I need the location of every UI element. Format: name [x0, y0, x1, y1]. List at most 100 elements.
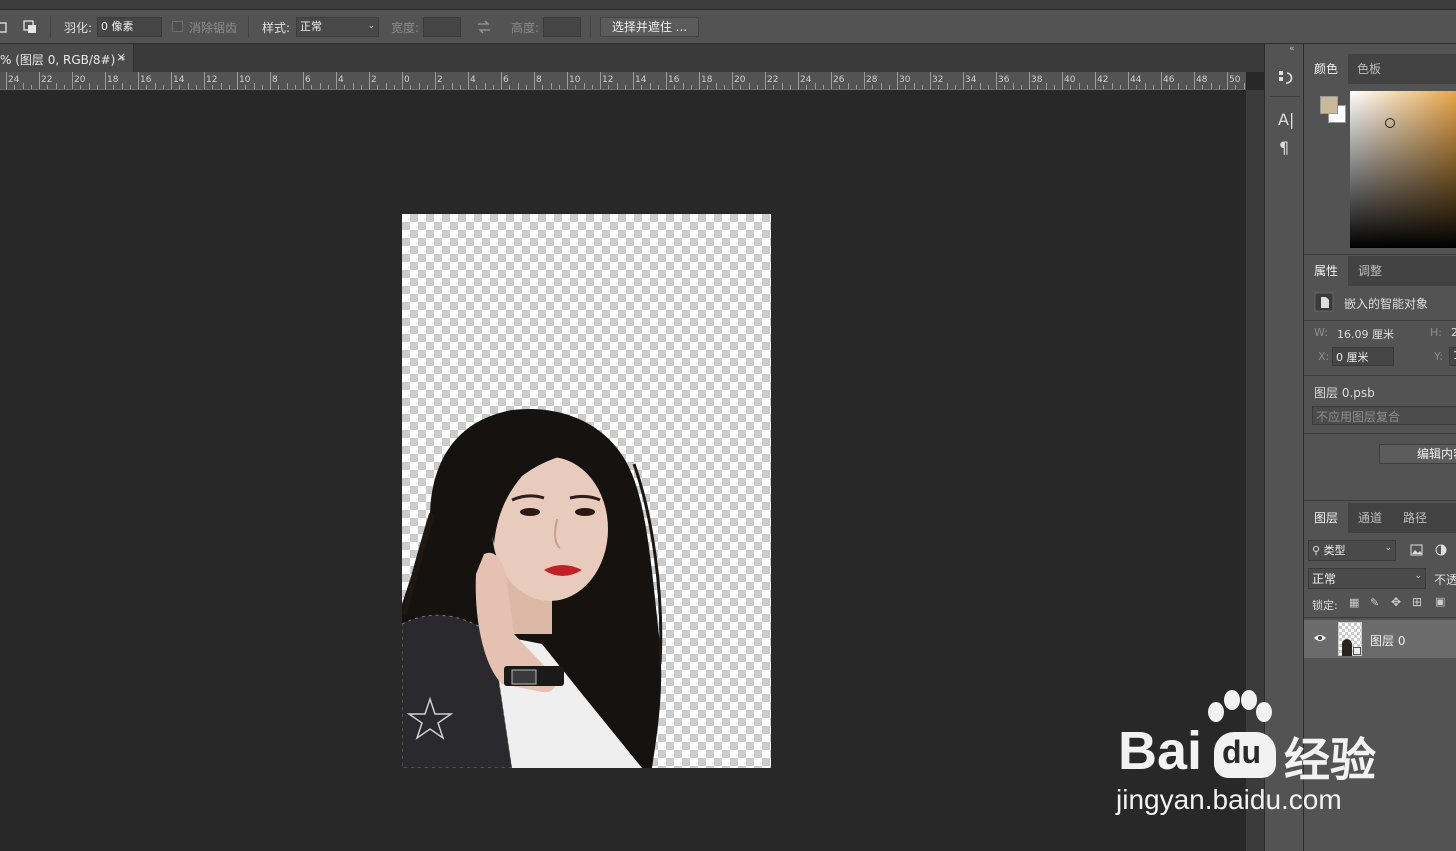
ruler-tick [14, 85, 16, 89]
lock-all-icon[interactable]: ▣ [1435, 595, 1445, 608]
layer-filter-value: 类型 [1323, 544, 1346, 557]
ruler-tick [550, 83, 552, 89]
tab-properties[interactable]: 属性 [1304, 256, 1348, 286]
ruler-tick [930, 72, 931, 89]
width-input[interactable] [423, 17, 461, 37]
ruler-tick [633, 72, 634, 89]
tab-paths[interactable]: 路径 [1394, 503, 1436, 533]
history-icon[interactable] [1277, 69, 1295, 87]
ruler-tick [171, 72, 172, 89]
ruler-tick [1037, 85, 1039, 89]
ruler-tick [336, 72, 337, 89]
eye-icon[interactable] [1313, 632, 1327, 644]
tab-color[interactable]: 颜色 [1304, 54, 1348, 84]
separator [1304, 375, 1456, 376]
x-input[interactable]: 0 厘米 [1332, 347, 1394, 366]
close-icon[interactable]: × [116, 50, 126, 64]
ruler-tick [492, 85, 494, 89]
filter-pixel-layer-icon[interactable] [1410, 544, 1423, 556]
layer-comp-select[interactable]: 不应用图层复合 [1312, 406, 1456, 425]
ruler-tick [732, 72, 733, 89]
height-input[interactable] [543, 17, 581, 37]
document-tab-title: % (图层 0, RGB/8#) * [0, 53, 126, 67]
right-panels: 颜色 色板 属性 调整 嵌入的智能对象 W: 16.09 厘米 H: 2 X: … [1304, 44, 1456, 851]
feather-label: 羽化: [64, 21, 93, 35]
ruler-tick [971, 85, 973, 89]
ruler-tick [938, 85, 940, 89]
ruler-tick [261, 85, 263, 89]
ruler-tick [162, 85, 164, 89]
antialias-checkbox[interactable] [172, 21, 183, 32]
subtract-selection-icon[interactable] [0, 19, 16, 35]
search-icon: ⚲ [1312, 544, 1321, 557]
h-value[interactable]: 2 [1451, 326, 1456, 339]
paragraph-icon[interactable]: ¶ [1279, 138, 1289, 157]
lock-artboard-icon[interactable]: ⊞ [1412, 595, 1422, 609]
filter-adjustment-layer-icon[interactable] [1435, 544, 1447, 556]
ruler-tick [179, 85, 181, 89]
character-icon[interactable]: A| [1278, 110, 1294, 129]
tab-adjustments[interactable]: 调整 [1348, 256, 1392, 286]
horizontal-ruler[interactable]: 24 22 20 18 16 14 12 10 8 6 4 2 0 2 4 6 8 10 12 14 16 18 20 22 2… [0, 72, 1246, 90]
ruler-tick [377, 85, 379, 89]
ruler-tick [1218, 85, 1220, 89]
ruler-tick [6, 72, 7, 89]
ruler-tick [237, 72, 238, 89]
foreground-color-swatch[interactable] [1320, 96, 1338, 114]
ruler-tick [410, 85, 412, 89]
ruler-tick [996, 72, 997, 89]
layer-row[interactable]: 图层 0 [1304, 620, 1456, 658]
layer-thumbnail [1338, 622, 1362, 656]
tab-layers[interactable]: 图层 [1304, 503, 1348, 533]
layer-filter-select[interactable]: ⚲ 类型 ⌄ [1308, 540, 1396, 561]
ruler-label: 36 [998, 75, 1010, 85]
ruler-tick [987, 85, 989, 89]
ruler-tick [212, 85, 214, 89]
layer-name[interactable]: 图层 0 [1370, 632, 1405, 649]
tab-swatches[interactable]: 色板 [1348, 54, 1390, 84]
ruler-tick [1227, 72, 1228, 89]
ruler-label: 2 [437, 75, 443, 85]
lock-position-icon[interactable]: ✥ [1391, 595, 1401, 609]
ruler-tick [278, 85, 280, 89]
ruler-label: 50 [1229, 75, 1241, 85]
select-and-mask-button[interactable]: 选择并遮住 ... [600, 17, 699, 37]
swap-icon[interactable] [476, 19, 492, 35]
feather-input[interactable]: 0 像素 [97, 17, 162, 37]
ruler-label: 14 [635, 75, 647, 85]
intersect-selection-icon[interactable] [22, 19, 38, 35]
x-label: X: [1318, 350, 1330, 363]
ruler-tick [39, 72, 40, 89]
smart-object-badge-icon [1353, 647, 1361, 655]
tab-channels[interactable]: 通道 [1348, 503, 1392, 533]
document-canvas[interactable] [402, 214, 771, 768]
lock-transparent-pixels-icon[interactable]: ▦ [1349, 596, 1359, 609]
ruler-tick [55, 83, 57, 89]
lock-image-pixels-icon[interactable]: ✎ [1370, 596, 1379, 609]
y-input[interactable]: 1 [1449, 347, 1456, 366]
vertical-scrollbar[interactable] [1246, 90, 1264, 851]
ruler-tick [129, 85, 131, 89]
ruler-tick [1161, 72, 1162, 89]
ruler-label: 0 [404, 75, 410, 85]
ruler-tick [88, 83, 90, 89]
ruler-tick [888, 85, 890, 89]
document-tab[interactable]: % (图层 0, RGB/8#) * × [0, 44, 134, 72]
ruler-tick [1020, 85, 1022, 89]
style-select[interactable]: 正常 ⌄ [296, 17, 379, 37]
ruler-tick [979, 83, 981, 89]
ruler-tick [459, 85, 461, 89]
ruler-label: 4 [338, 75, 344, 85]
ruler-tick [344, 85, 346, 89]
ruler-tick [360, 85, 362, 89]
separator [248, 16, 249, 38]
ruler-tick [327, 85, 329, 89]
collapse-panels-icon[interactable]: « [1289, 44, 1295, 54]
color-field[interactable] [1350, 91, 1456, 248]
ruler-tick [121, 83, 123, 89]
w-value[interactable]: 16.09 厘米 [1337, 326, 1394, 342]
color-picker-handle[interactable] [1385, 118, 1395, 128]
ruler-tick [418, 83, 420, 89]
edit-contents-button[interactable]: 编辑内容 [1379, 444, 1456, 464]
blend-mode-select[interactable]: 正常 ⌄ [1308, 568, 1426, 589]
